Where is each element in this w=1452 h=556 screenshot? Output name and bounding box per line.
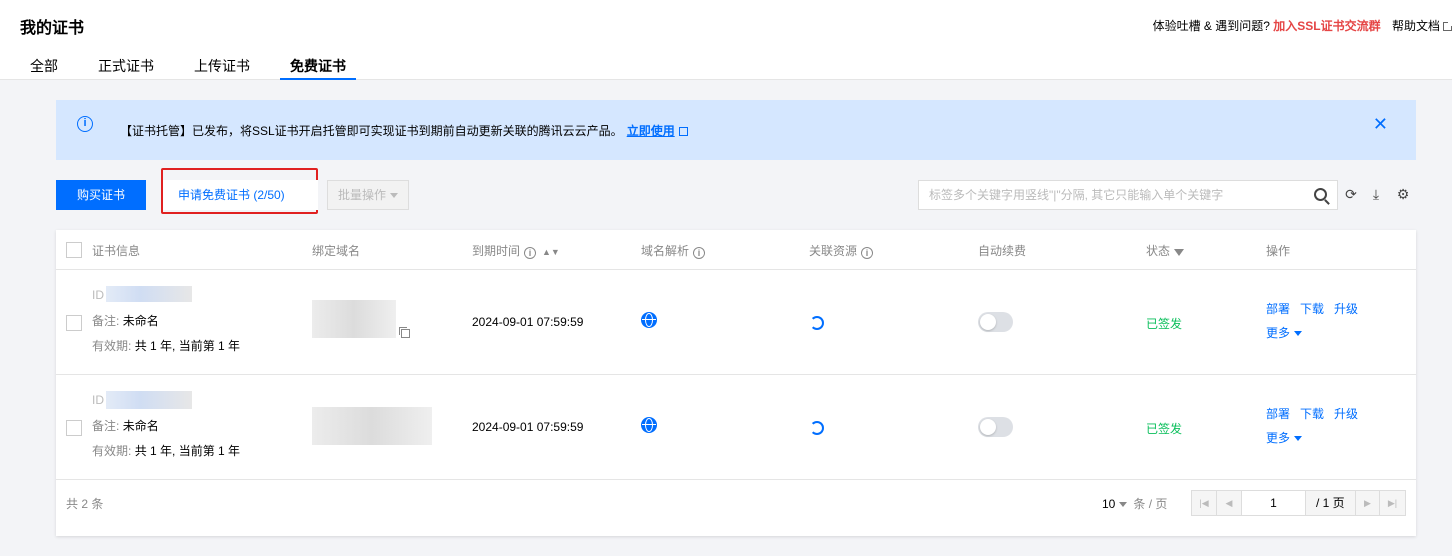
col-expire-time[interactable]: 到期时间 i ▲▼ <box>472 242 560 259</box>
info-icon: i <box>524 247 537 259</box>
info-icon: i <box>861 247 874 259</box>
globe-icon[interactable] <box>641 417 657 433</box>
chevron-down-icon <box>1119 502 1128 507</box>
cert-table: 证书信息 绑定域名 到期时间 i ▲▼ 域名解析 i 关联资源 i 自动续费 状态 操作… <box>56 230 1416 536</box>
row-actions: 部署 下载 升级 更多 <box>1266 405 1368 445</box>
page-header: 我的证书 体验吐槽 & 遇到问题? 加入SSL证书交流群 帮助文档 全部 正式证… <box>0 0 1452 80</box>
tab-uploaded-certs[interactable]: 上传证书 <box>194 56 250 80</box>
col-auto-renew: 自动续费 <box>978 244 1027 258</box>
table-row: ID 备注: 未命名 有效期: 共 1 年, 当前第 1 年 2024-09-0… <box>56 375 1416 480</box>
select-all-checkbox[interactable] <box>66 242 82 258</box>
col-dns: 域名解析 i <box>641 242 706 259</box>
info-icon: i <box>77 116 93 132</box>
expire-time: 2024-09-01 07:59:59 <box>472 315 584 329</box>
search-icon[interactable] <box>1314 188 1327 201</box>
more-dropdown[interactable]: 更多 <box>1266 429 1303 446</box>
page-size-select[interactable]: 10 条 / 页 <box>1102 495 1167 512</box>
buy-cert-button[interactable]: 购买证书 <box>56 180 146 210</box>
apply-free-cert-button[interactable]: 申请免费证书 (2/50) <box>163 180 318 210</box>
batch-operation-dropdown[interactable]: 批量操作 <box>327 180 409 210</box>
download-link[interactable]: 下载 <box>1300 302 1324 316</box>
cert-id: ID <box>92 393 104 407</box>
auto-renew-toggle[interactable] <box>978 417 1013 437</box>
loading-spinner-icon <box>810 421 824 435</box>
row-checkbox[interactable] <box>66 420 82 436</box>
redacted-domain <box>312 300 396 338</box>
row-actions: 部署 下载 升级 更多 <box>1266 300 1368 340</box>
total-pages: / 1 页 <box>1316 496 1345 510</box>
help-doc-link[interactable]: 帮助文档 <box>1392 19 1452 33</box>
chevron-down-icon <box>1294 436 1303 441</box>
download-icon[interactable]: ⤓ <box>1368 186 1384 202</box>
search-input[interactable] <box>919 181 1299 209</box>
chevron-down-icon <box>390 193 399 198</box>
redacted-id <box>106 391 192 409</box>
cert-note: 备注: 未命名 <box>92 419 159 433</box>
redacted-domain <box>312 407 432 445</box>
prev-page-icon[interactable]: ◀ <box>1217 491 1242 515</box>
next-page-icon[interactable]: ▶ <box>1355 491 1380 515</box>
status-badge: 已签发 <box>1146 317 1183 331</box>
join-group-link[interactable]: 加入SSL证书交流群 <box>1273 19 1380 33</box>
refresh-icon[interactable]: ⟳ <box>1343 186 1359 202</box>
col-cert-info: 证书信息 <box>92 244 141 258</box>
chevron-down-icon <box>1294 331 1303 336</box>
total-count: 共 2 条 <box>66 497 104 511</box>
globe-icon[interactable] <box>641 312 657 328</box>
pagination: |◀ ◀ 1 / 1 页 ▶ ▶| <box>1191 490 1406 516</box>
expire-time: 2024-09-01 07:59:59 <box>472 420 584 434</box>
gear-icon[interactable]: ⚙ <box>1395 186 1411 202</box>
first-page-icon[interactable]: |◀ <box>1192 491 1217 515</box>
header-links: 体验吐槽 & 遇到问题? 加入SSL证书交流群 帮助文档 <box>1153 17 1452 34</box>
col-bound-domain: 绑定域名 <box>312 244 361 258</box>
deploy-link[interactable]: 部署 <box>1266 302 1290 316</box>
tab-all[interactable]: 全部 <box>30 56 58 80</box>
filter-icon[interactable] <box>1174 249 1185 256</box>
page-number-input[interactable]: 1 <box>1242 491 1306 515</box>
copy-icon[interactable] <box>399 327 410 338</box>
tab-formal-certs[interactable]: 正式证书 <box>98 56 154 80</box>
sort-icon[interactable]: ▲▼ <box>542 247 560 257</box>
use-now-link[interactable]: 立即使用 <box>627 124 675 138</box>
cert-id: ID <box>92 288 104 302</box>
tab-free-certs[interactable]: 免费证书 <box>280 56 356 80</box>
more-dropdown[interactable]: 更多 <box>1266 324 1303 341</box>
col-status[interactable]: 状态 <box>1146 242 1185 259</box>
cert-validity: 有效期: 共 1 年, 当前第 1 年 <box>92 339 241 353</box>
upgrade-link[interactable]: 升级 <box>1334 407 1358 421</box>
close-icon[interactable]: ✕ <box>1373 114 1388 134</box>
external-link-icon <box>678 127 688 136</box>
upgrade-link[interactable]: 升级 <box>1334 302 1358 316</box>
deploy-link[interactable]: 部署 <box>1266 407 1290 421</box>
last-page-icon[interactable]: ▶| <box>1380 491 1405 515</box>
notice-text: 【证书托管】已发布，将SSL证书开启托管即可实现证书到期前自动更新关联的腾讯云云… <box>120 122 688 139</box>
cert-validity: 有效期: 共 1 年, 当前第 1 年 <box>92 444 241 458</box>
table-row: ID 备注: 未命名 有效期: 共 1 年, 当前第 1 年 2024-09-0… <box>56 270 1416 375</box>
table-header: 证书信息 绑定域名 到期时间 i ▲▼ 域名解析 i 关联资源 i 自动续费 状态 操作 <box>56 230 1416 270</box>
status-badge: 已签发 <box>1146 422 1183 436</box>
col-linked-resources: 关联资源 i <box>809 242 874 259</box>
page-title: 我的证书 <box>20 20 85 37</box>
row-checkbox[interactable] <box>66 315 82 331</box>
download-link[interactable]: 下载 <box>1300 407 1324 421</box>
cert-note: 备注: 未命名 <box>92 314 159 328</box>
search-box <box>918 180 1338 210</box>
info-icon: i <box>693 247 706 259</box>
notice-banner: i 【证书托管】已发布，将SSL证书开启托管即可实现证书到期前自动更新关联的腾讯… <box>56 100 1416 160</box>
redacted-id <box>106 286 192 302</box>
loading-spinner-icon <box>810 316 824 330</box>
apply-free-cert-highlight: 申请免费证书 (2/50) <box>161 168 318 214</box>
feedback-text: 体验吐槽 & 遇到问题? <box>1152 19 1270 33</box>
auto-renew-toggle[interactable] <box>978 312 1013 332</box>
external-link-icon <box>1443 21 1452 31</box>
col-actions: 操作 <box>1266 244 1291 258</box>
